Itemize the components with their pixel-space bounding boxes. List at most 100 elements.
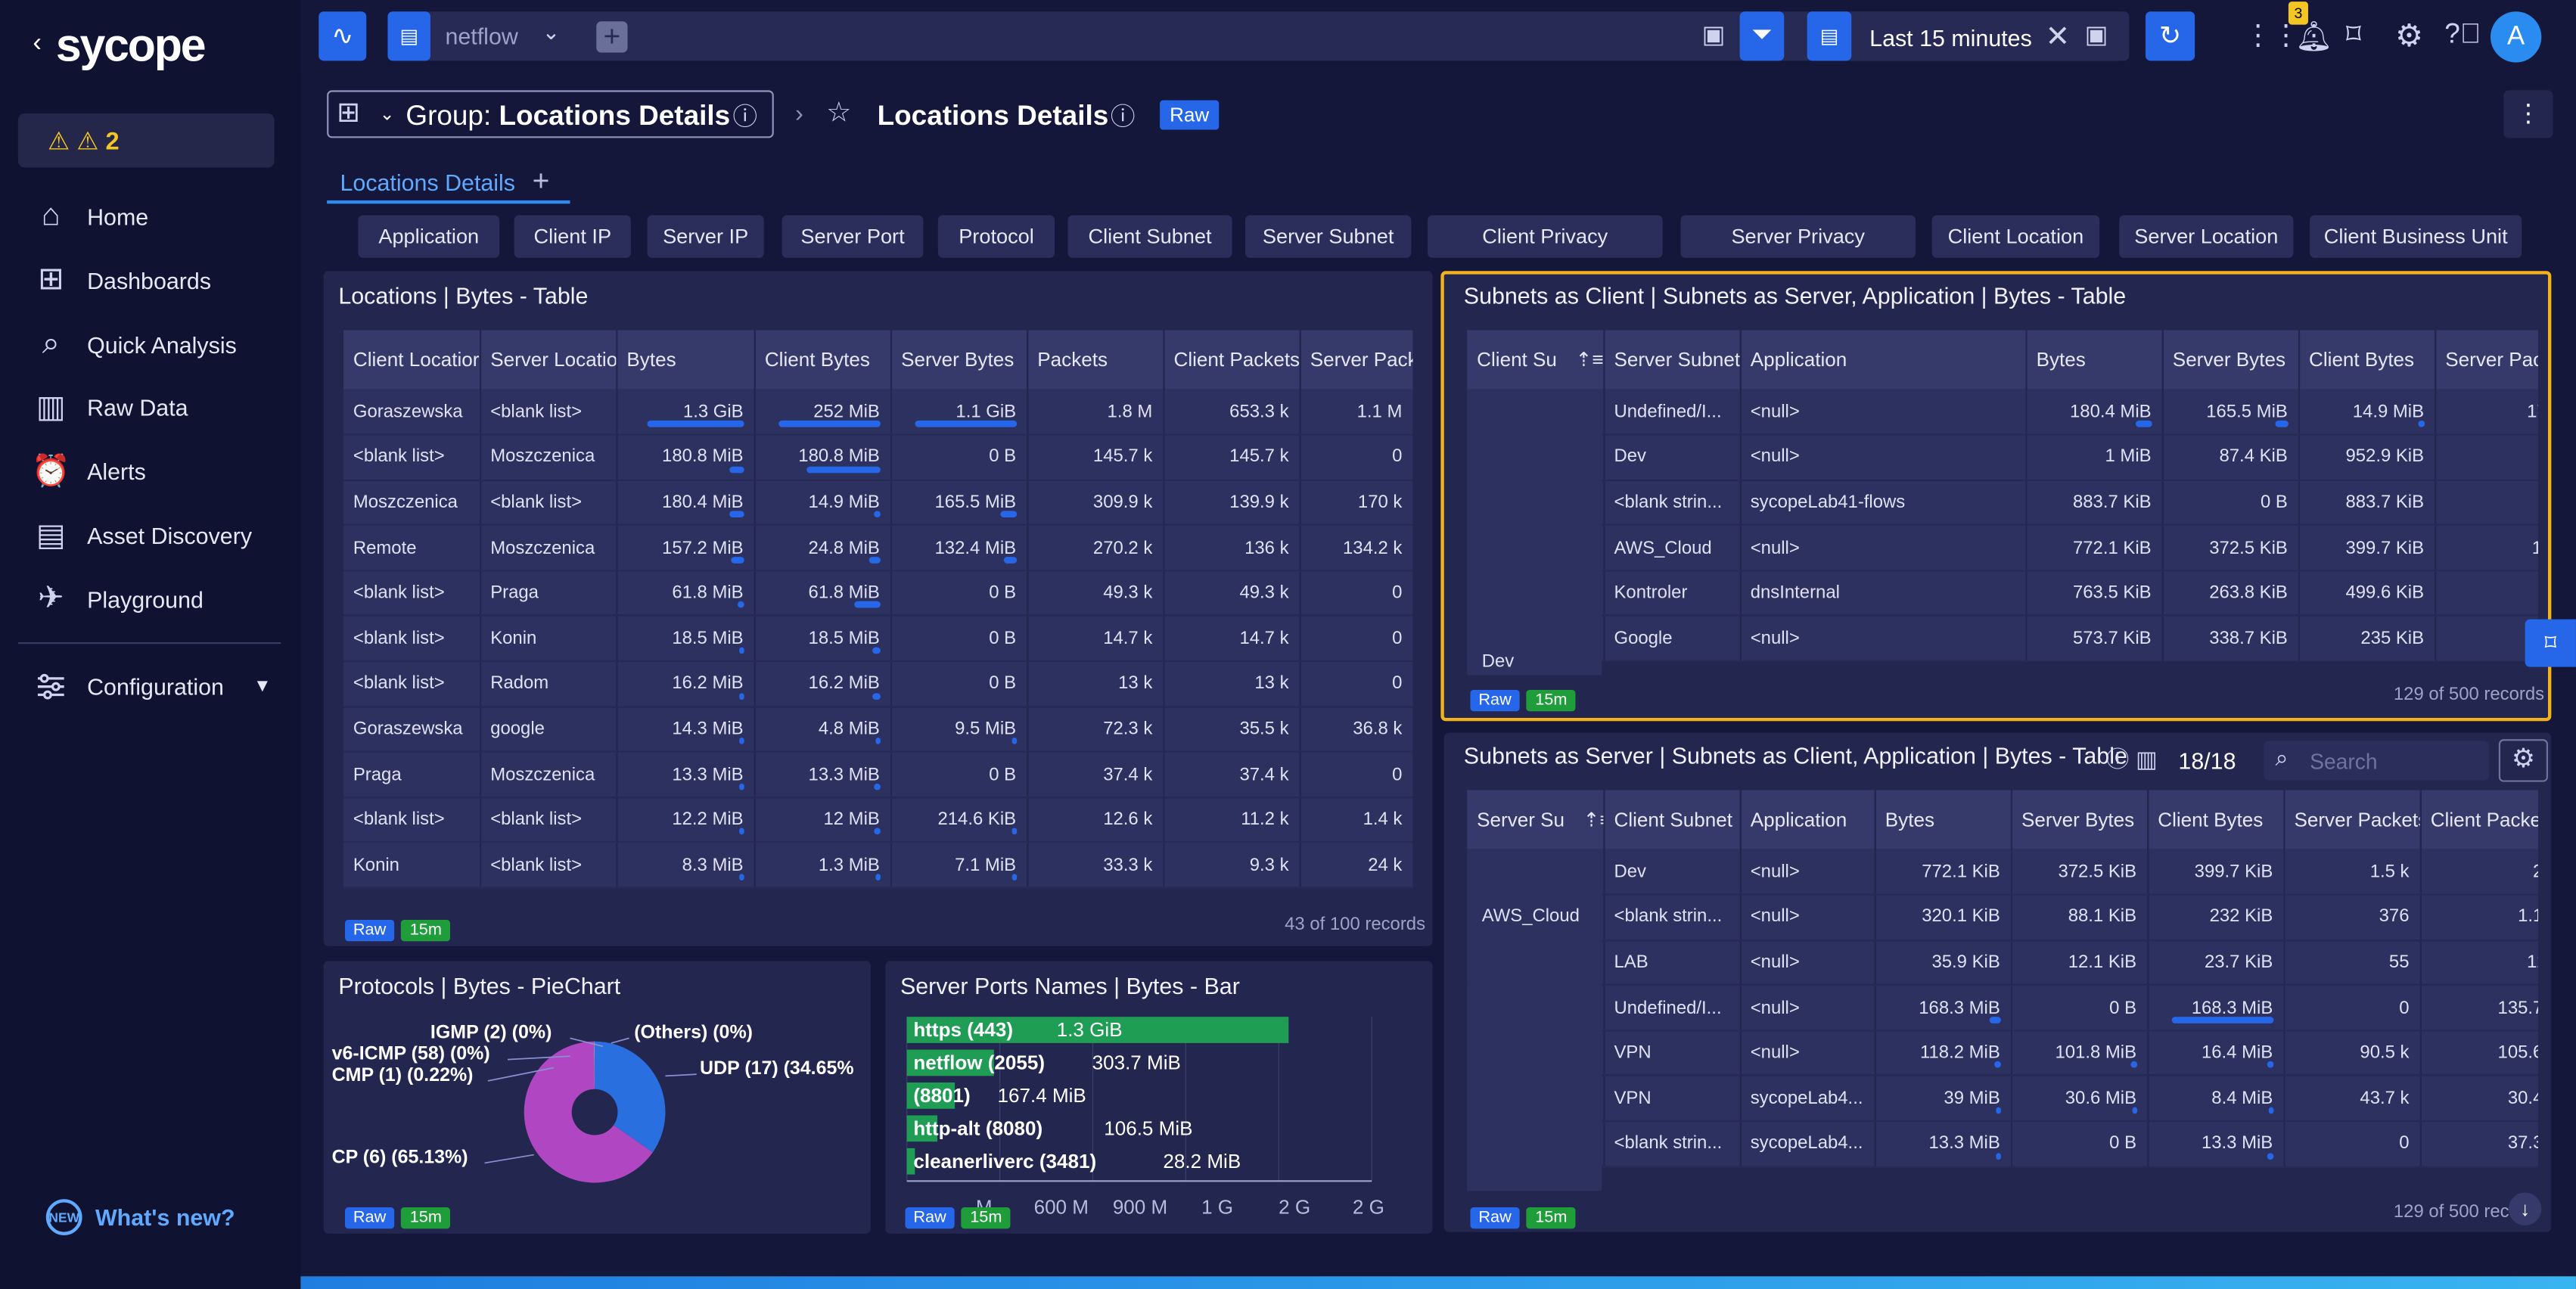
alert-badge[interactable]: ⚠ ⚠ 2	[17, 113, 275, 168]
info-icon[interactable]: ⓘ	[732, 98, 757, 133]
table-row[interactable]: <blank strin... sycopeLab41-flows 883.7 Ki…	[1467, 480, 2538, 526]
sort-icon[interactable]: ⇡≡	[1570, 348, 1602, 371]
column-header[interactable]: Server Locatio	[480, 330, 617, 390]
dimension-tab[interactable]: Client Subnet	[1067, 215, 1232, 258]
filter-button[interactable]: ⏷	[1739, 11, 1785, 61]
table-row[interactable]: <blank list> Konin 18.5 MiB 18.5 MiB 0 B 14.7…	[343, 616, 1413, 663]
table-row[interactable]: Goraszewska <blank list> 1.3 GiB 252 MiB 1.1…	[343, 389, 1413, 436]
dimension-tab[interactable]: Server Subnet	[1244, 215, 1412, 258]
column-header[interactable]: Application	[1739, 790, 1875, 849]
dimension-tab[interactable]: Server IP	[647, 215, 764, 258]
column-header[interactable]: Client Subnet	[1603, 790, 1741, 849]
settings-gear-icon[interactable]: ⚙	[2498, 739, 2548, 782]
table-row[interactable]: LAB<null>35.9 KiB12.1 KiB23.7 KiB55128	[1467, 940, 2538, 986]
clear-icon[interactable]: ✕	[2046, 20, 2071, 54]
dimension-tab[interactable]: Client Privacy	[1428, 215, 1663, 258]
dimension-tab[interactable]: Protocol	[937, 215, 1055, 258]
dimension-tab[interactable]: Client IP	[514, 215, 631, 258]
table-row[interactable]: Goraszewska google 14.3 MiB 4.8 MiB 9.5 MiB 7…	[343, 707, 1413, 753]
dimension-tab[interactable]: Server Privacy	[1680, 215, 1916, 258]
columns-icon[interactable]: ▥	[2136, 746, 2158, 774]
table-row[interactable]: Google <null> 573.7 KiB 338.7 KiB 235 KiB	[1467, 616, 2538, 663]
table-row[interactable]: <blank strin... <null> 320.1 KiB 88.1 KiB 23…	[1467, 894, 2538, 941]
column-header[interactable]: Server Bytes	[2010, 790, 2149, 849]
column-header[interactable]: Client Locatior	[343, 330, 481, 390]
source-icon-button[interactable]: ▤	[387, 11, 430, 61]
table-row[interactable]: <blank list> Moszczenica 180.8 MiB 180.8 Mi…	[343, 434, 1413, 481]
column-header[interactable]: Client Packets	[1163, 330, 1300, 390]
dimension-tab[interactable]: Client Location	[1931, 215, 2100, 258]
nav-configuration[interactable]: Configuration ▼	[33, 662, 279, 711]
whats-new-link[interactable]: NEW What's new?	[45, 1199, 235, 1235]
column-header[interactable]: Server Subnet	[1603, 330, 1741, 390]
table-row[interactable]: <blank list> Praga 61.8 MiB 61.8 MiB 0 B 49.3…	[343, 570, 1413, 617]
column-header[interactable]: Server Bytes	[890, 330, 1028, 390]
column-header[interactable]: Bytes	[1874, 790, 2012, 849]
column-header[interactable]: Application	[1739, 330, 2027, 390]
dimension-tab[interactable]: Server Port	[782, 215, 924, 258]
save-query-icon[interactable]: ▣	[1702, 20, 1726, 49]
star-icon[interactable]: ☆	[826, 97, 851, 129]
nav-home[interactable]: ⌂ Home	[33, 192, 279, 241]
add-tab-button[interactable]: +	[533, 164, 550, 199]
table-row[interactable]: Moszczenica <blank list> 180.4 MiB 14.9 MiB…	[343, 480, 1413, 526]
more-menu-button[interactable]: ⋮	[2503, 90, 2553, 138]
column-header[interactable]: Server Bytes	[2161, 330, 2300, 390]
logo[interactable]: sycope	[56, 20, 207, 72]
scroll-down-icon[interactable]: ↓	[2508, 1192, 2542, 1225]
table-row[interactable]: Konin <blank list> 8.3 MiB 1.3 MiB 7.1 MiB 33…	[343, 842, 1413, 889]
table-row[interactable]: VPN <null> 118.2 MiB 101.8 MiB 16.4 MiB 90.5 …	[1467, 1030, 2538, 1077]
back-chevron-icon[interactable]: ‹	[33, 30, 42, 59]
side-bookmark-button[interactable]: ⌑	[2525, 619, 2576, 667]
nav-raw-data[interactable]: ▥ Raw Data	[33, 384, 279, 433]
table-row[interactable]: Undefined/I... <null> 168.3 MiB 0 B 168.3 Mi…	[1467, 985, 2538, 1032]
table-row[interactable]: <blank list> Radom 16.2 MiB 16.2 MiB 0 B 13 k…	[343, 661, 1413, 708]
table-row[interactable]: Dev<null>1 MiB87.4 KiB952.9 KiB3	[1467, 434, 2538, 481]
column-header[interactable]: Server Pack	[2435, 330, 2538, 390]
sort-icon[interactable]: ⇡≡	[1577, 808, 1602, 831]
chevron-down-icon[interactable]: ⌄	[542, 20, 561, 46]
save-icon[interactable]: ▣	[2085, 20, 2108, 49]
column-header[interactable]: Bytes	[2025, 330, 2163, 390]
info-icon[interactable]: ⓘ	[1111, 98, 1136, 133]
nav-asset-discovery[interactable]: ▤ Asset Discovery	[33, 511, 279, 560]
column-header[interactable]: Client Bytes	[2298, 330, 2436, 390]
column-header[interactable]: Server Packe	[1299, 330, 1413, 390]
columns-count[interactable]: 18/18	[2178, 747, 2236, 774]
avatar[interactable]: A	[2490, 11, 2542, 63]
dimension-tab[interactable]: Application	[358, 215, 500, 258]
table-row[interactable]: <blank strin... sycopeLab4... 13.3 MiB 0 B1…	[1467, 1121, 2538, 1168]
table-row[interactable]: Undefined/I... <null> 180.4 MiB 165.5 MiB 14…	[1467, 389, 2538, 436]
dimension-tab[interactable]: Server Location	[2119, 215, 2294, 258]
refresh-button[interactable]: ↻	[2145, 11, 2195, 61]
source-select[interactable]: netflow	[445, 23, 517, 49]
calendar-button[interactable]: ▤	[1807, 11, 1852, 61]
nav-alerts[interactable]: ⏰ Alerts	[32, 447, 279, 496]
help-icon[interactable]: ?⃝	[2444, 18, 2481, 51]
analytics-button[interactable]: ∿	[319, 11, 367, 61]
nav-quick-analysis[interactable]: ⌕ Quick Analysis	[33, 320, 279, 369]
nav-playground[interactable]: ✈ Playground	[33, 575, 279, 624]
column-header[interactable]: Client Bytes	[2147, 790, 2285, 849]
info-icon[interactable]: ⓘ	[2106, 743, 2129, 775]
table-row[interactable]: Remote Moszczenica 157.2 MiB 24.8 MiB 132.4 …	[343, 525, 1413, 572]
column-header[interactable]: Client Su ⇡≡	[1467, 330, 1605, 390]
table-row[interactable]: <blank list> <blank list> 12.2 MiB 12 MiB 21…	[343, 797, 1413, 843]
column-header[interactable]: Client Bytes	[754, 330, 892, 390]
bookmark-icon[interactable]: ⌑	[2346, 18, 2361, 53]
column-header[interactable]: Bytes	[616, 330, 755, 390]
table-row[interactable]: VPN sycopeLab4... 39 MiB 30.6 MiB 8.4 MiB 43.…	[1467, 1076, 2538, 1123]
tab-locations-details[interactable]: Locations Details	[340, 169, 516, 196]
table-row[interactable]: Praga Moszczenica 13.3 MiB 13.3 MiB 0 B 37.4 …	[343, 752, 1413, 798]
column-header[interactable]: Server Su ⇡≡	[1467, 790, 1605, 849]
table-row[interactable]: Kontroler dnsInternal 763.5 KiB 263.8 KiB 49…	[1467, 570, 2538, 617]
table-row[interactable]: AWS_Cloud <null> 772.1 KiB 372.5 KiB 399.7 K…	[1467, 525, 2538, 572]
column-header[interactable]: Server Packets	[2283, 790, 2421, 849]
column-header[interactable]: Packets	[1027, 330, 1164, 390]
column-header[interactable]: Client Packet	[2419, 790, 2538, 849]
bell-icon[interactable]: 🔔︎	[2295, 20, 2333, 54]
gear-icon[interactable]: ⚙	[2395, 18, 2423, 56]
time-range-label[interactable]: Last 15 minutes	[1869, 25, 2032, 51]
add-query-button[interactable]: +	[596, 21, 628, 53]
table-row[interactable]: Dev <null> 772.1 KiB 372.5 KiB 399.7 KiB 1.5 …	[1467, 849, 2538, 896]
